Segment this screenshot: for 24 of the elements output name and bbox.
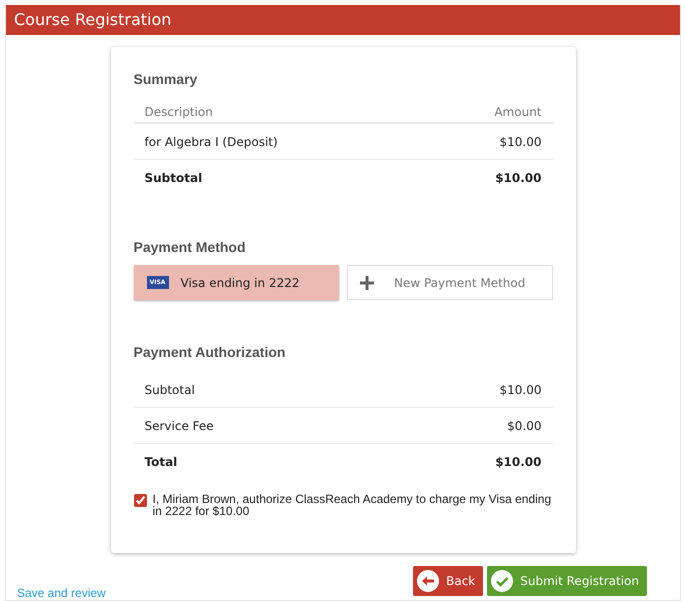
plus-icon	[360, 276, 374, 290]
submit-button[interactable]: Submit Registration	[487, 566, 647, 596]
table-cell: Subtotal	[144, 170, 202, 184]
table-cell: $0.00	[507, 418, 542, 432]
column-header: Amount	[494, 105, 542, 119]
table-cell: for Algebra I (Deposit)	[144, 134, 278, 148]
page-header: Course Registration	[6, 5, 680, 35]
section-title: Payment Authorization	[134, 344, 286, 360]
table-cell: Service Fee	[144, 418, 214, 432]
table-cell: Subtotal	[144, 382, 195, 396]
save-and-review-link[interactable]: Save and review	[17, 586, 106, 600]
authorize-checkbox[interactable]	[134, 494, 146, 507]
section-title: Summary	[134, 71, 198, 87]
table-cell: Total	[144, 454, 178, 468]
section-title: Payment Method	[134, 239, 247, 255]
table-cell: $10.00	[500, 134, 542, 148]
table-cell: $10.00	[500, 382, 542, 396]
checkmark-icon	[491, 570, 514, 592]
table-cell: $10.00	[495, 454, 542, 468]
payment-method-option[interactable]: New Payment Method	[347, 265, 552, 300]
back-button[interactable]: Back	[413, 566, 484, 596]
table-cell: $10.00	[495, 170, 542, 184]
authorization-text: I, Miriam Brown, authorize ClassReach Academy to charge my Visa ending in 2222 for $10.00	[152, 493, 552, 517]
column-header: Description	[144, 105, 213, 119]
